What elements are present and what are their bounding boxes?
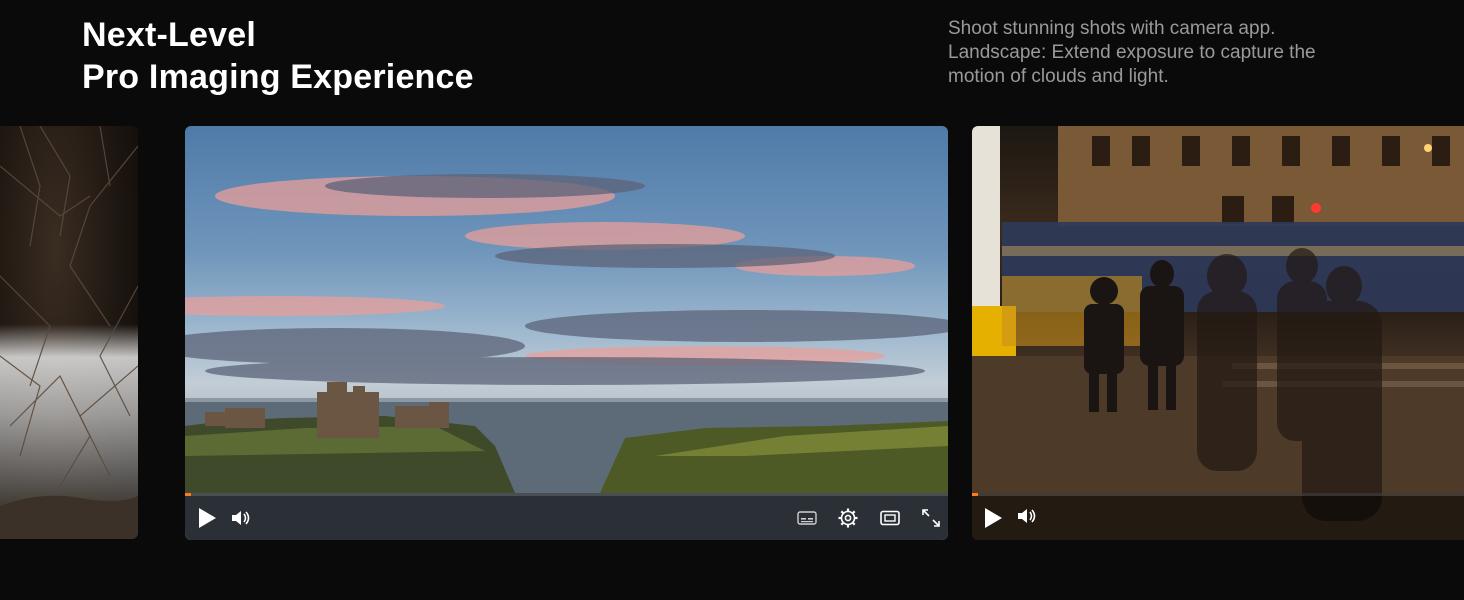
city-scene bbox=[972, 126, 1464, 540]
play-icon bbox=[199, 508, 216, 528]
progress-bar-fill bbox=[972, 493, 978, 496]
feature-description: Shoot stunning shots with camera app. La… bbox=[948, 17, 1418, 89]
subtitles-icon bbox=[797, 511, 817, 525]
fullscreen-button[interactable] bbox=[920, 507, 942, 529]
volume-button[interactable] bbox=[1017, 507, 1039, 529]
carousel-slide-waterfall[interactable] bbox=[0, 126, 138, 539]
video-player-controls bbox=[972, 493, 1464, 540]
subtitles-button[interactable] bbox=[796, 507, 818, 529]
carousel-slide-city-night[interactable] bbox=[972, 126, 1464, 540]
progress-bar[interactable] bbox=[185, 493, 948, 496]
settings-icon bbox=[838, 508, 858, 528]
description-line-2: Landscape: Extend exposure to capture th… bbox=[948, 42, 1316, 63]
coastal-scene bbox=[185, 174, 948, 540]
title-line-2: Pro Imaging Experience bbox=[82, 58, 474, 96]
play-icon bbox=[985, 508, 1002, 528]
volume-button[interactable] bbox=[230, 507, 252, 529]
play-button[interactable] bbox=[196, 507, 218, 529]
volume-icon bbox=[1018, 509, 1036, 523]
play-button[interactable] bbox=[983, 507, 1005, 529]
settings-button[interactable] bbox=[837, 507, 859, 529]
progress-bar[interactable] bbox=[972, 493, 1464, 496]
volume-icon bbox=[232, 511, 250, 525]
fullscreen-icon bbox=[922, 509, 940, 527]
progress-bar-fill bbox=[185, 493, 191, 496]
video-player-controls bbox=[185, 493, 948, 540]
carousel-slide-coastal-castle[interactable] bbox=[185, 126, 948, 540]
page-title: Next-Level Pro Imaging Experience bbox=[82, 14, 474, 98]
description-line-1: Shoot stunning shots with camera app. bbox=[948, 18, 1276, 39]
title-line-1: Next-Level bbox=[82, 16, 256, 54]
theater-mode-icon bbox=[880, 510, 900, 526]
theater-mode-button[interactable] bbox=[879, 507, 901, 529]
waterfall-branches bbox=[0, 126, 138, 539]
description-line-3: motion of clouds and light. bbox=[948, 66, 1169, 87]
